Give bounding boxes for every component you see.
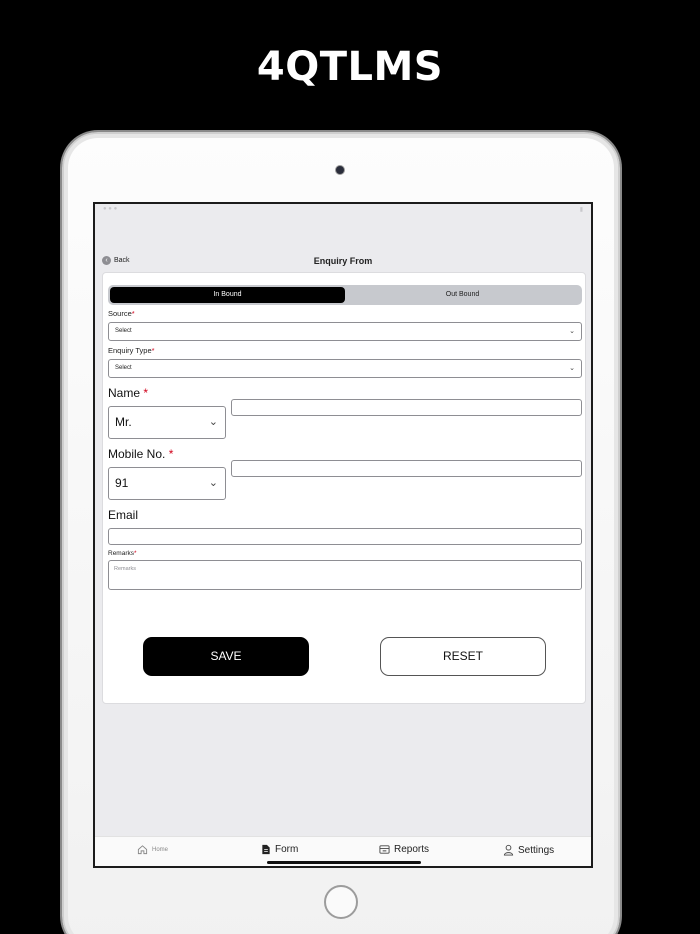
chevron-down-icon: ⌄	[569, 365, 575, 372]
segment-out-bound[interactable]: Out Bound	[345, 287, 580, 303]
bound-segmented-control: In Bound Out Bound	[108, 285, 582, 305]
reports-icon	[379, 845, 390, 854]
home-indicator	[267, 861, 421, 864]
person-icon	[503, 844, 514, 856]
enquiry-type-label: Enquiry Type*	[108, 346, 155, 355]
home-icon	[137, 845, 148, 855]
remarks-placeholder: Remarks	[114, 566, 137, 572]
mobile-input[interactable]	[231, 460, 582, 477]
enquiry-type-select-value: Select	[115, 365, 132, 371]
name-title-select[interactable]: Mr. ⌄	[108, 406, 226, 439]
chevron-down-icon: ⌄	[208, 416, 218, 428]
source-select[interactable]: Select ⌄	[108, 322, 582, 341]
tab-settings[interactable]: Settings	[503, 844, 554, 856]
save-button[interactable]: SAVE	[143, 637, 309, 676]
camera-icon	[335, 165, 345, 175]
navigation-bar: ‹ Back Enquiry From	[95, 254, 591, 270]
status-bar-left: ● ● ●	[103, 206, 118, 212]
source-label: Source*	[108, 309, 135, 318]
email-input[interactable]	[108, 528, 582, 545]
tab-form[interactable]: Form	[261, 844, 298, 855]
segment-in-bound[interactable]: In Bound	[110, 287, 345, 303]
document-icon	[262, 844, 270, 855]
page-title: Enquiry From	[313, 256, 373, 266]
country-code-value: 91	[115, 476, 129, 490]
status-bar-right: ▮	[579, 207, 583, 213]
mobile-label: Mobile No. *	[108, 447, 174, 461]
email-label: Email	[108, 508, 139, 522]
source-select-value: Select	[115, 328, 132, 334]
country-code-select[interactable]: 91 ⌄	[108, 467, 226, 500]
tab-home-label: Home	[152, 846, 169, 853]
remarks-textarea[interactable]: Remarks	[108, 560, 582, 590]
status-bar: ● ● ● ▮	[95, 204, 591, 216]
name-label: Name *	[108, 386, 149, 400]
chevron-down-icon: ⌄	[569, 328, 575, 335]
home-button[interactable]	[324, 885, 358, 919]
tab-form-label: Form	[275, 844, 299, 855]
name-input[interactable]	[231, 399, 582, 416]
chevron-down-icon: ⌄	[208, 477, 218, 489]
remarks-label: Remarks*	[108, 550, 137, 557]
reset-button[interactable]: RESET	[380, 637, 546, 676]
enquiry-type-select[interactable]: Select ⌄	[108, 359, 582, 378]
tab-reports[interactable]: Reports	[379, 844, 429, 855]
tab-reports-label: Reports	[394, 844, 430, 855]
app-screen: ● ● ● ▮ ‹ Back Enquiry From In Bound Out…	[93, 202, 593, 868]
tab-settings-label: Settings	[518, 844, 555, 856]
name-title-value: Mr.	[115, 415, 132, 429]
enquiry-form-card: In Bound Out Bound Source* Select ⌄ Enqu…	[102, 272, 586, 704]
tab-home[interactable]: Home	[137, 844, 168, 855]
tab-bar: Home Form Reports Settings	[95, 836, 591, 866]
ipad-frame: ● ● ● ▮ ‹ Back Enquiry From In Bound Out…	[62, 132, 620, 934]
app-title: 4QTLMS	[256, 44, 444, 90]
